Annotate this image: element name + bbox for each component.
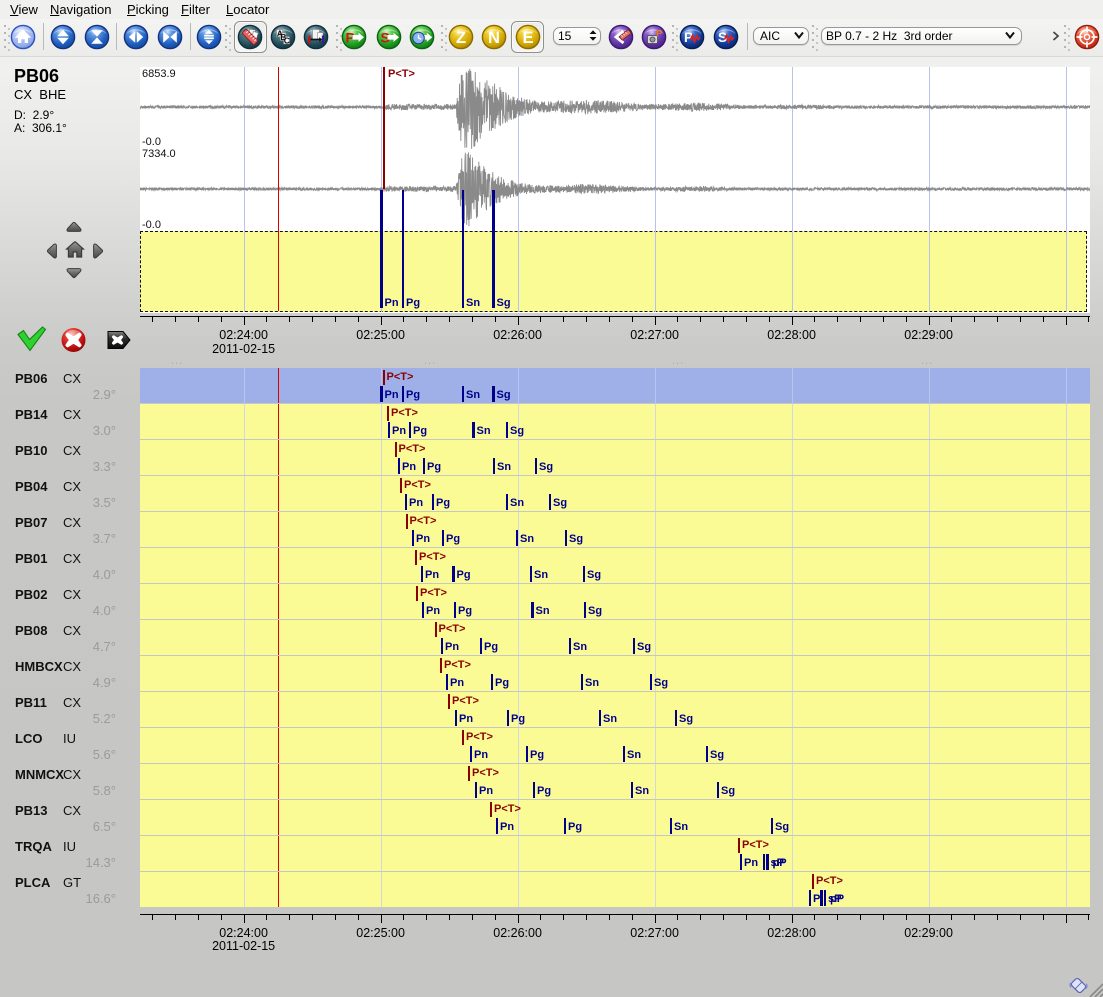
svg-text:C: C xyxy=(284,35,290,45)
svg-text:Z: Z xyxy=(455,29,465,47)
svg-text:E: E xyxy=(522,29,533,47)
svg-text:P: P xyxy=(656,28,663,39)
svg-text:N: N xyxy=(488,29,500,47)
